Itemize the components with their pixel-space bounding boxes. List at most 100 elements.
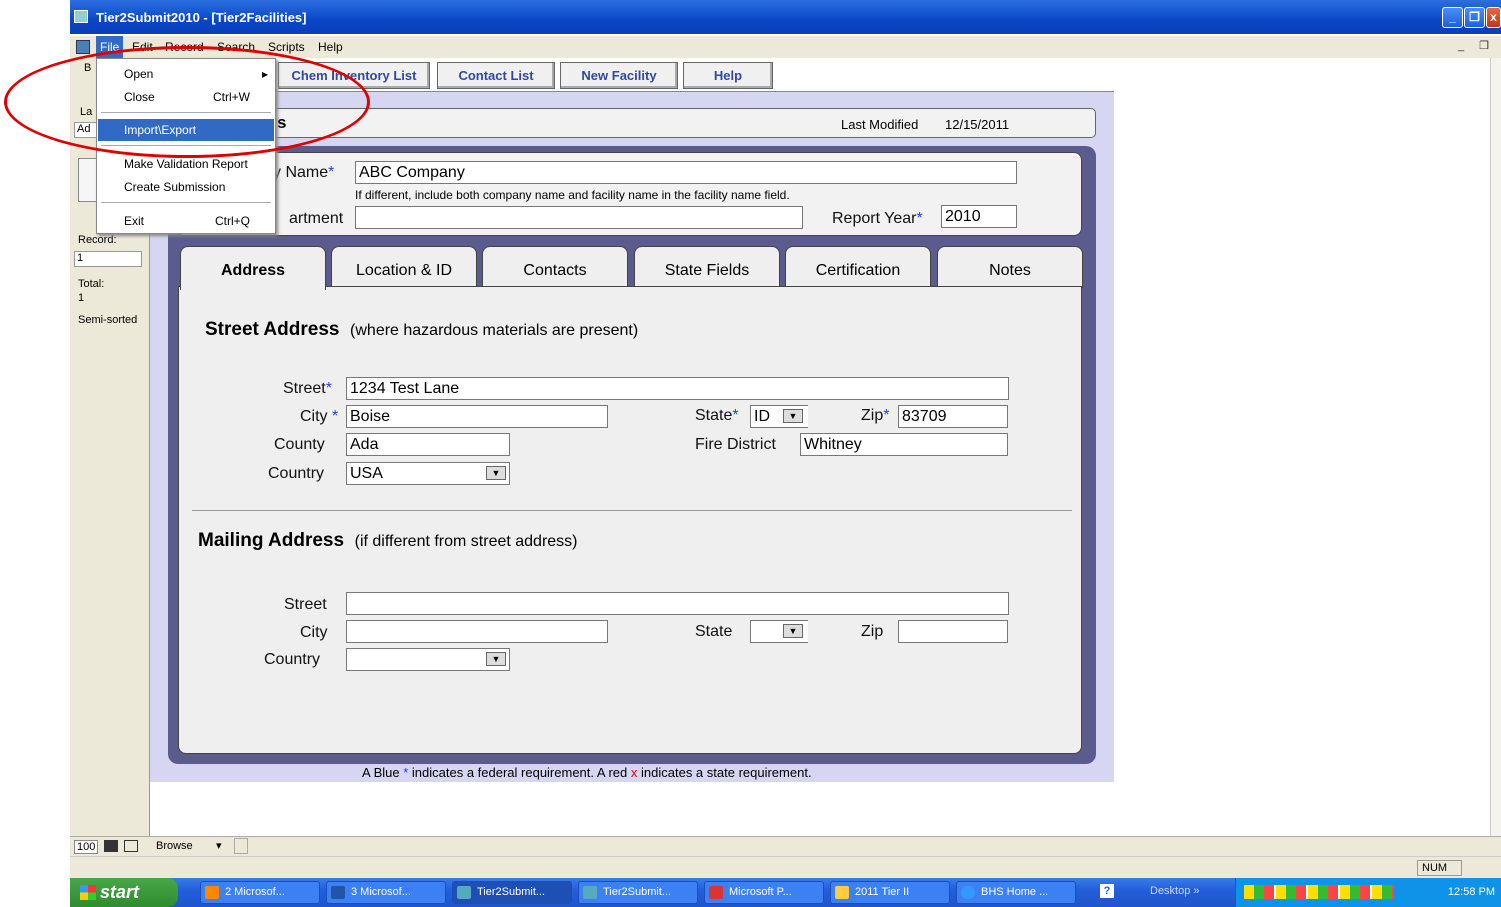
clock: 12:58 PM: [1447, 886, 1495, 898]
windows-logo-icon: [80, 885, 96, 900]
close-button[interactable]: x: [1486, 7, 1501, 28]
mailing-address-heading: Mailing Address (if different from stree…: [198, 530, 578, 552]
country-dropdown-icon[interactable]: ▼: [486, 466, 506, 480]
required-marker: *: [883, 407, 890, 424]
nav-help[interactable]: Help: [683, 62, 773, 89]
city-input[interactable]: Boise: [346, 405, 608, 428]
required-marker: *: [328, 164, 335, 181]
tab-notes[interactable]: Notes: [937, 246, 1083, 288]
state-dropdown-icon[interactable]: ▼: [783, 409, 803, 423]
menu-item-create-submission[interactable]: Create Submission: [98, 176, 274, 198]
taskbar-item[interactable]: Microsoft P...: [704, 881, 824, 904]
mail-country-dropdown-icon[interactable]: ▼: [486, 652, 506, 666]
nav-chem-inventory[interactable]: Chem Inventory List: [278, 62, 430, 89]
menu-edit[interactable]: Edit: [128, 36, 157, 58]
zip-input[interactable]: 83709: [898, 405, 1008, 428]
mailing-address-title: Mailing Address: [198, 530, 345, 551]
taskbar-item[interactable]: Tier2Submit...: [452, 881, 572, 904]
app-icon: [583, 886, 597, 899]
taskbar-label: Tier2Submit...: [477, 886, 546, 898]
facility-name-input[interactable]: ABC Company: [355, 161, 1017, 184]
facility-name-label: y Name*: [273, 164, 334, 182]
menu-separator: [101, 202, 271, 203]
facility-name-hint: If different, include both company name …: [355, 188, 790, 202]
taskbar-item[interactable]: Tier2Submit...: [578, 881, 698, 904]
restore-button[interactable]: ❐: [1464, 7, 1485, 28]
desktop-toolbar[interactable]: Desktop »: [1150, 885, 1200, 897]
mdi-controls[interactable]: _ ❐: [1458, 39, 1495, 52]
state-value: ID: [754, 408, 770, 425]
layout-icon[interactable]: [124, 840, 138, 852]
taskbar-item[interactable]: 3 Microsof...: [326, 881, 446, 904]
mail-country-label: Country: [264, 651, 321, 668]
menu-item-exit[interactable]: Exit Ctrl+Q: [98, 210, 274, 232]
menu-record[interactable]: Record: [161, 36, 208, 58]
required-marker: *: [732, 407, 739, 424]
taskbar-label: Microsoft P...: [729, 886, 792, 898]
scroll-left-icon[interactable]: [234, 838, 248, 854]
menu-search[interactable]: Search: [213, 36, 259, 58]
menu-item-make-validation-report[interactable]: Make Validation Report: [98, 153, 274, 175]
report-year-input[interactable]: 2010: [941, 205, 1017, 228]
tab-certification[interactable]: Certification: [785, 246, 931, 288]
country-label: Country: [268, 465, 325, 482]
taskbar-item[interactable]: BHS Home ...: [956, 881, 1076, 904]
mailing-address-subtitle: (if different from street address): [354, 533, 578, 550]
doc-icon[interactable]: [76, 40, 90, 54]
menu-item-close[interactable]: Close Ctrl+W: [98, 86, 274, 108]
mail-state-dropdown-icon[interactable]: ▼: [783, 624, 803, 638]
street-label: Street*: [283, 380, 332, 398]
menu-item-open[interactable]: Open ▸: [98, 63, 274, 85]
nav-contact-list[interactable]: Contact List: [437, 62, 555, 89]
zoom-level[interactable]: 100: [74, 840, 99, 854]
book-icon[interactable]: [78, 158, 98, 202]
taskbar-label: BHS Home ...: [981, 886, 1049, 898]
department-label: artment: [289, 210, 344, 227]
total-label: Total:: [78, 278, 105, 290]
tab-contacts[interactable]: Contacts: [482, 246, 628, 288]
mail-street-input[interactable]: [346, 592, 1009, 615]
menu-scripts[interactable]: Scripts: [264, 36, 309, 58]
taskbar-item[interactable]: 2011 Tier II: [830, 881, 950, 904]
menu-item-import-export[interactable]: Import\Export: [98, 119, 274, 141]
mode-label[interactable]: Browse: [156, 840, 193, 852]
mail-state-label: State: [695, 623, 733, 640]
fire-district-label: Fire District: [695, 436, 776, 453]
zoom-icon[interactable]: [104, 840, 118, 852]
record-input[interactable]: 1: [74, 251, 142, 267]
mode-dropdown-icon[interactable]: ▾: [216, 839, 222, 852]
department-input[interactable]: [355, 206, 803, 229]
help-icon[interactable]: ?: [1100, 884, 1114, 898]
street-input[interactable]: 1234 Test Lane: [346, 377, 1009, 400]
fire-district-input[interactable]: Whitney: [800, 433, 1008, 456]
street-address-subtitle: (where hazardous materials are present): [350, 322, 639, 339]
mail-zip-input[interactable]: [898, 620, 1008, 643]
tab-address[interactable]: Address: [180, 246, 326, 290]
close-shortcut: Ctrl+W: [213, 90, 250, 104]
tab-state-fields[interactable]: State Fields: [634, 246, 780, 288]
footnote-part4: indicates a state requirement.: [641, 765, 812, 780]
minimize-button[interactable]: _: [1442, 7, 1463, 28]
status-ad[interactable]: Ad: [74, 122, 98, 138]
report-year-label-text: Report Year: [832, 210, 917, 227]
last-modified-value: 12/15/2011: [945, 117, 1010, 132]
close-label: Close: [124, 90, 155, 104]
tray-icons[interactable]: [1244, 885, 1394, 900]
taskbar-label: 3 Microsof...: [351, 886, 411, 898]
screen: { "window": {"title": "Tier2Submit2010 -…: [0, 0, 1501, 907]
internet-explorer-icon: [961, 886, 975, 899]
mail-city-input[interactable]: [346, 620, 608, 643]
blue-asterisk: *: [403, 765, 409, 780]
nav-new-facility[interactable]: New Facility: [560, 62, 678, 89]
app-icon: [457, 886, 471, 899]
menu-bar: File Edit Record Search Scripts Help _ ❐: [70, 36, 1501, 58]
powerpoint-icon: [709, 886, 723, 899]
menu-help[interactable]: Help: [314, 36, 347, 58]
facility-name-label-text: y Name: [273, 164, 329, 181]
county-label: County: [274, 436, 325, 453]
taskbar-item[interactable]: 2 Microsof...: [200, 881, 320, 904]
vertical-scrollbar[interactable]: [1490, 58, 1501, 838]
menu-file[interactable]: File: [96, 36, 124, 58]
county-input[interactable]: Ada: [346, 433, 510, 456]
tab-location-id[interactable]: Location & ID: [331, 246, 477, 288]
